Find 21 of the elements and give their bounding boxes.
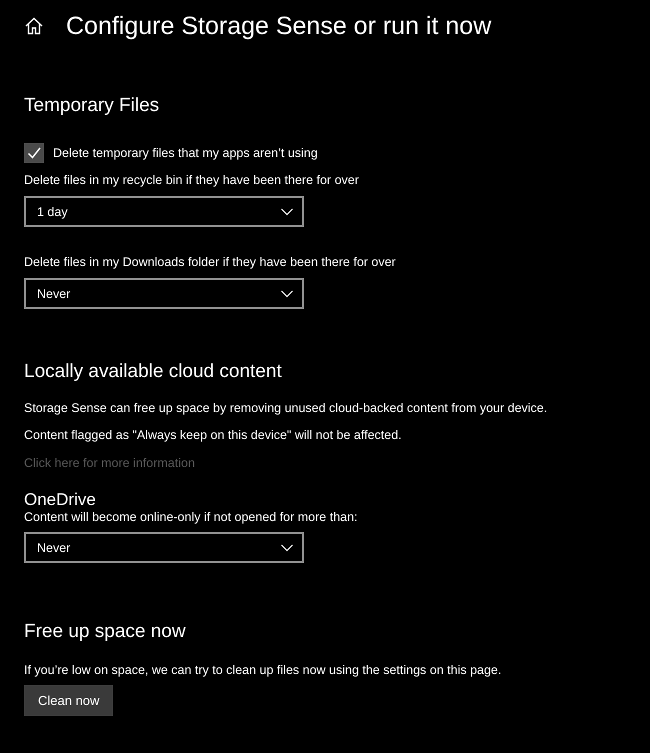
section-heading: Locally available cloud content bbox=[24, 361, 282, 383]
subsection-heading: OneDrive bbox=[24, 490, 96, 510]
checkbox[interactable] bbox=[24, 143, 44, 163]
clean-now-button[interactable]: Clean now bbox=[24, 685, 114, 716]
description-text: Content flagged as "Always keep on this device" will not be affected. bbox=[24, 428, 402, 442]
chevron-down-icon bbox=[281, 290, 293, 298]
dropdown-label: Content will become online-only if not opened for more than: bbox=[24, 510, 358, 524]
description-text: Storage Sense can free up space by removing unused cloud-backed content from your device. bbox=[24, 401, 548, 415]
dropdown[interactable]: Never bbox=[24, 278, 304, 309]
page-title: Configure Storage Sense or run it now bbox=[66, 12, 492, 40]
dropdown-label: Delete files in my recycle bin if they have been there for over bbox=[24, 173, 359, 187]
chevron-down-icon bbox=[281, 544, 293, 552]
dropdown-label: Delete files in my Downloads folder if they have been there for over bbox=[24, 255, 396, 269]
description-text: If you’re low on space, we can try to clean up files now using the settings on this page. bbox=[24, 663, 502, 677]
section-heading: Temporary Files bbox=[24, 95, 160, 117]
section-heading: Free up space now bbox=[24, 621, 186, 643]
dropdown[interactable]: Never bbox=[24, 532, 304, 563]
checkbox-label[interactable]: Delete temporary files that my apps aren’t using bbox=[53, 146, 318, 160]
chevron-down-icon bbox=[281, 208, 293, 216]
dropdown[interactable]: 1 day bbox=[24, 196, 304, 227]
home-icon[interactable] bbox=[24, 16, 44, 36]
